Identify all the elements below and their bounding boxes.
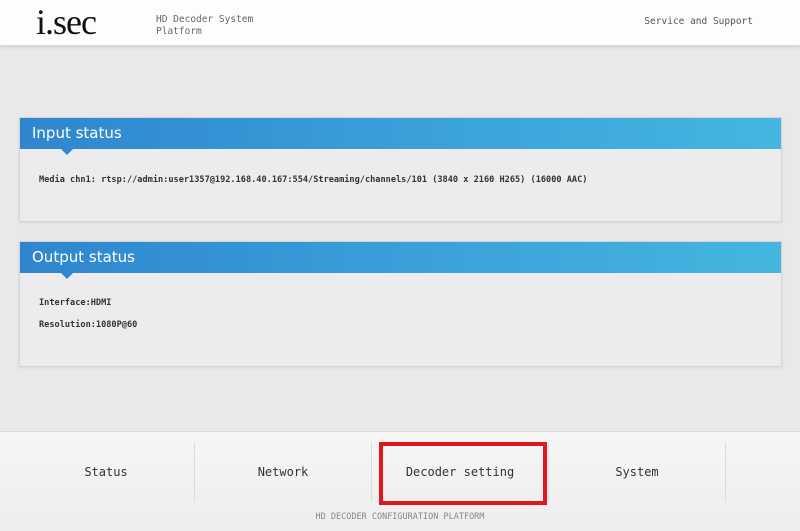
subtitle-line-2: Platform	[156, 26, 202, 37]
tab-decoder-setting[interactable]: Decoder setting	[372, 432, 548, 512]
output-status-title: Output status	[32, 248, 135, 266]
output-status-header: Output status	[20, 242, 781, 279]
interface-info: Interface:HDMI	[39, 298, 112, 308]
isec-logo: i.sec	[36, 2, 97, 42]
output-status-panel: Output status Interface:HDMI Resolution:…	[19, 241, 782, 367]
input-status-title: Input status	[32, 124, 122, 142]
tab-status[interactable]: Status	[18, 432, 194, 512]
top-header: i.sec HD Decoder System Platform Service…	[0, 0, 800, 46]
media-channel-info: Media chn1: rtsp://admin:user1357@192.16…	[39, 175, 588, 185]
service-support-link[interactable]: Service and Support	[644, 16, 753, 27]
tab-divider	[725, 442, 726, 502]
platform-subtitle: HD Decoder System Platform	[156, 14, 276, 38]
subtitle-line-1: HD Decoder System	[156, 14, 254, 25]
input-status-header: Input status	[20, 118, 781, 155]
resolution-info: Resolution:1080P@60	[39, 320, 138, 330]
tab-system[interactable]: System	[549, 432, 725, 512]
footer-caption: HD DECODER CONFIGURATION PLATFORM	[315, 512, 485, 522]
tab-network[interactable]: Network	[195, 432, 371, 512]
input-status-panel: Input status Media chn1: rtsp://admin:us…	[19, 117, 782, 222]
